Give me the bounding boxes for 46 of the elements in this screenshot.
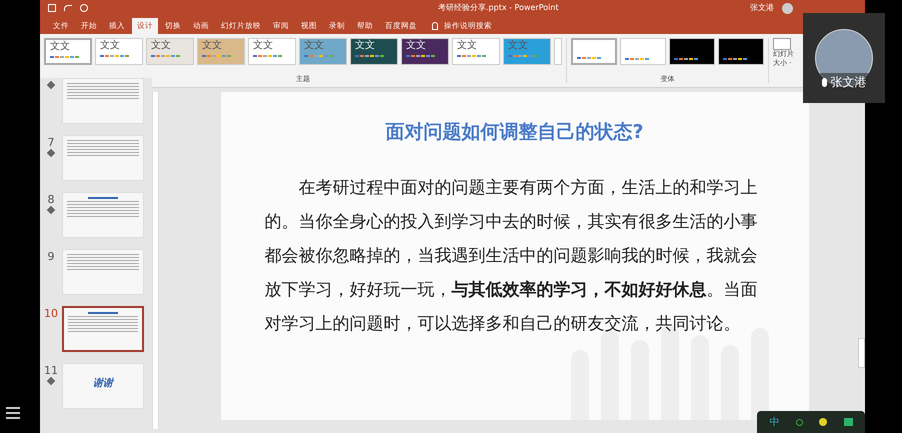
theme-label: 文文	[355, 39, 376, 53]
thumbnail-scrollbar[interactable]	[152, 92, 159, 429]
slide-thumbnail[interactable]: 谢谢	[62, 363, 144, 409]
theme-thumbnail[interactable]: 文文	[95, 38, 143, 65]
theme-thumbnail[interactable]: 文文	[248, 38, 296, 65]
window-title: 考研经验分享.pptx - PowerPoint	[438, 2, 559, 14]
theme-label: 文文	[304, 39, 325, 53]
theme-label: 文文	[457, 39, 478, 53]
participant-name: 张文港	[830, 74, 866, 91]
ime-mode[interactable]: 中	[769, 414, 780, 430]
theme-thumbnail[interactable]: 文文	[299, 38, 347, 65]
thumbnail-caption: 谢谢	[93, 376, 113, 391]
slide-thumbnail[interactable]	[62, 306, 144, 352]
punctuation-icon[interactable]	[796, 418, 803, 426]
slide-title: 面对问题如何调整自己的状态?	[385, 120, 644, 145]
theme-thumbnail[interactable]: 文文	[452, 38, 500, 65]
lightbulb-icon	[432, 22, 438, 30]
slide-size-icon[interactable]	[773, 38, 791, 50]
user-name: 张文港	[750, 2, 774, 14]
slide-number: 7	[48, 137, 54, 148]
slide-number: 10	[44, 308, 58, 319]
theme-label: 文文	[508, 39, 529, 53]
theme-thumbnail[interactable]: 文文	[350, 38, 398, 65]
theme-label: 文文	[253, 39, 274, 53]
variant-thumbnail[interactable]	[571, 38, 617, 65]
save-icon[interactable]	[48, 4, 56, 12]
theme-thumbnail[interactable]: 文文	[197, 38, 245, 65]
theme-thumbnail[interactable]: 文文	[44, 38, 92, 65]
microphone-icon	[822, 78, 826, 86]
theme-label: 文文	[151, 39, 172, 53]
slide-number: 9	[48, 251, 54, 262]
slide-body: 在考研过程中面对的问题主要有两个方面，生活上的和学习上的。当你全身心的投入到学习中去的时候，其实有很多生活的小事都会被你忽略掉的，当我遇到生活中的问题影响我的时候，我就会放下学习，好好玩一玩，与其低效率的学习，不如好好休息。当面对学习上的问题时，可以选择多和自己的研友交流，共同讨论。	[264, 176, 758, 336]
gallery-scrollbar[interactable]	[554, 38, 562, 65]
theme-thumbnail[interactable]: 文文	[401, 38, 449, 65]
theme-label: 文文	[406, 39, 427, 53]
vertical-scrollbar[interactable]	[858, 338, 865, 368]
variant-thumbnail[interactable]	[669, 38, 715, 65]
theme-label: 文文	[202, 39, 223, 53]
theme-label: 文文	[50, 40, 71, 54]
slide-number: 11	[44, 365, 58, 376]
avatar-icon	[782, 2, 793, 14]
slide-number: 8	[48, 194, 54, 205]
variant-thumbnail[interactable]	[620, 38, 666, 65]
theme-thumbnail[interactable]: 文文	[146, 38, 194, 65]
variant-thumbnail[interactable]	[718, 38, 764, 65]
theme-label: 文文	[100, 39, 121, 53]
